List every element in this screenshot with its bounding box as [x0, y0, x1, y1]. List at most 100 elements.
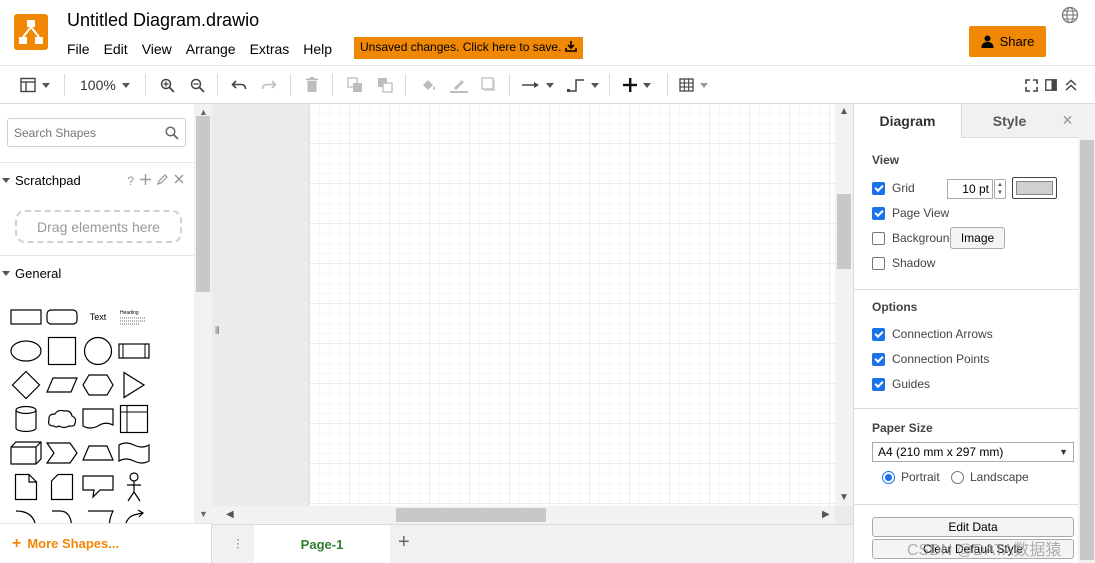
tape-shape-icon[interactable]: [116, 436, 152, 470]
ellipse-shape-icon[interactable]: [8, 334, 44, 368]
line-color-button[interactable]: [450, 76, 468, 94]
tab-style[interactable]: Style: [961, 104, 1057, 138]
portrait-radio[interactable]: [882, 470, 895, 484]
curve-shape-icon[interactable]: [116, 504, 152, 523]
canvas-horizontal-scroll-thumb[interactable]: [396, 508, 546, 522]
cube-shape-icon[interactable]: [8, 436, 44, 470]
zoom-out-button[interactable]: [190, 76, 205, 94]
background-image-button[interactable]: Image: [950, 227, 1005, 249]
waypoints-dropdown[interactable]: [567, 76, 599, 94]
close-icon[interactable]: [174, 174, 184, 184]
canvas-vertical-scroll-thumb[interactable]: [837, 194, 851, 269]
table-dropdown[interactable]: [679, 76, 708, 94]
general-header[interactable]: General: [0, 255, 194, 291]
diagram-canvas[interactable]: ⦀ ▲ ▼ ◀ ▶: [212, 104, 853, 524]
trapezoid-shape-icon[interactable]: [80, 436, 116, 470]
collapse-toolbar-button[interactable]: [1065, 76, 1077, 94]
parallelogram-shape-icon[interactable]: [44, 368, 80, 402]
delay-shape-icon[interactable]: [44, 504, 80, 523]
zoom-dropdown[interactable]: 100%: [80, 76, 130, 94]
diamond-shape-icon[interactable]: [8, 368, 44, 402]
connection-points-checkbox[interactable]: [872, 352, 885, 366]
page-view-option[interactable]: Page View: [872, 206, 949, 220]
guides-checkbox[interactable]: [872, 377, 885, 391]
or-shape-icon[interactable]: [8, 504, 44, 523]
landscape-option[interactable]: Landscape: [951, 470, 1029, 484]
step-shape-icon[interactable]: [44, 436, 80, 470]
scroll-down-icon[interactable]: ▼: [839, 492, 849, 503]
paper-size-select[interactable]: A4 (210 mm x 297 mm) ▼: [872, 442, 1074, 462]
note-shape-icon[interactable]: [8, 470, 44, 504]
pages-menu-icon[interactable]: · · ·: [236, 533, 240, 553]
menu-help[interactable]: Help: [303, 41, 332, 57]
grid-option[interactable]: Grid: [872, 181, 915, 195]
data-storage-shape-icon[interactable]: [80, 504, 116, 523]
sidebar-resize-handle[interactable]: ⦀: [215, 326, 219, 337]
insert-dropdown[interactable]: [623, 76, 651, 94]
add-icon[interactable]: [140, 174, 151, 185]
menu-view[interactable]: View: [142, 41, 172, 57]
tab-page-1[interactable]: Page-1: [254, 525, 390, 563]
grid-checkbox[interactable]: [872, 181, 885, 195]
guides-option[interactable]: Guides: [872, 377, 930, 391]
card-shape-icon[interactable]: [44, 470, 80, 504]
delete-button[interactable]: [305, 76, 319, 94]
sidebar-scrollbar[interactable]: ▲ ▼: [194, 104, 212, 523]
panel-scroll-thumb[interactable]: [1080, 140, 1094, 560]
menu-file[interactable]: File: [67, 41, 90, 57]
panel-scrollbar[interactable]: [1078, 104, 1095, 563]
shadow-option[interactable]: Shadow: [872, 256, 935, 270]
grid-size-stepper[interactable]: ▲ ▼: [994, 179, 1006, 199]
square-shape-icon[interactable]: [44, 334, 80, 368]
edit-data-button[interactable]: Edit Data: [872, 517, 1074, 537]
grid-size-input[interactable]: 10 pt: [947, 179, 993, 199]
unsaved-changes-button[interactable]: Unsaved changes. Click here to save.: [354, 37, 584, 59]
scroll-right-icon[interactable]: ▶: [822, 509, 830, 520]
search-icon[interactable]: [165, 126, 179, 140]
connection-points-option[interactable]: Connection Points: [872, 352, 989, 366]
page-view-checkbox[interactable]: [872, 206, 885, 220]
to-back-button[interactable]: [377, 76, 393, 94]
fill-color-button[interactable]: [420, 76, 437, 94]
grid-color-button[interactable]: [1012, 177, 1057, 199]
text-shape-icon[interactable]: Text: [80, 300, 116, 334]
to-front-button[interactable]: [347, 76, 363, 94]
triangle-shape-icon[interactable]: [116, 368, 152, 402]
portrait-option[interactable]: Portrait: [882, 470, 940, 484]
search-input[interactable]: [8, 119, 158, 146]
hexagon-shape-icon[interactable]: [80, 368, 116, 402]
rounded-rectangle-shape-icon[interactable]: [44, 300, 80, 334]
format-panel-toggle-button[interactable]: [20, 76, 50, 94]
tab-diagram[interactable]: Diagram: [854, 104, 961, 138]
scratchpad-header[interactable]: Scratchpad ?: [0, 162, 194, 198]
edit-pencil-icon[interactable]: [157, 174, 168, 185]
menu-edit[interactable]: Edit: [104, 41, 128, 57]
connection-arrows-option[interactable]: Connection Arrows: [872, 327, 993, 341]
internal-storage-shape-icon[interactable]: [116, 402, 152, 436]
menu-arrange[interactable]: Arrange: [186, 41, 236, 57]
document-title[interactable]: Untitled Diagram.drawio: [67, 10, 259, 31]
shadow-button[interactable]: [481, 76, 497, 94]
actor-shape-icon[interactable]: [116, 470, 152, 504]
connection-arrows-checkbox[interactable]: [872, 327, 885, 341]
cylinder-shape-icon[interactable]: [8, 402, 44, 436]
fullscreen-button[interactable]: [1025, 76, 1038, 94]
share-button[interactable]: Share: [969, 26, 1046, 57]
menu-extras[interactable]: Extras: [250, 41, 290, 57]
scroll-up-icon[interactable]: ▲: [839, 106, 849, 117]
scroll-left-icon[interactable]: ◀: [226, 509, 234, 520]
scroll-down-icon[interactable]: ▼: [199, 509, 208, 519]
add-page-icon[interactable]: +: [398, 531, 410, 554]
landscape-radio[interactable]: [951, 470, 964, 484]
cloud-shape-icon[interactable]: [44, 402, 80, 436]
undo-button[interactable]: [231, 76, 247, 94]
zoom-in-button[interactable]: [160, 76, 175, 94]
callout-shape-icon[interactable]: [80, 470, 116, 504]
language-globe-icon[interactable]: [1061, 6, 1079, 24]
background-option[interactable]: Background: [872, 231, 950, 245]
canvas-horizontal-scrollbar[interactable]: ◀ ▶: [212, 506, 835, 524]
diagram-page-grid[interactable]: [310, 104, 835, 506]
sidebar-scroll-thumb[interactable]: [196, 116, 210, 292]
help-icon[interactable]: ?: [127, 174, 134, 188]
shadow-checkbox[interactable]: [872, 256, 885, 270]
